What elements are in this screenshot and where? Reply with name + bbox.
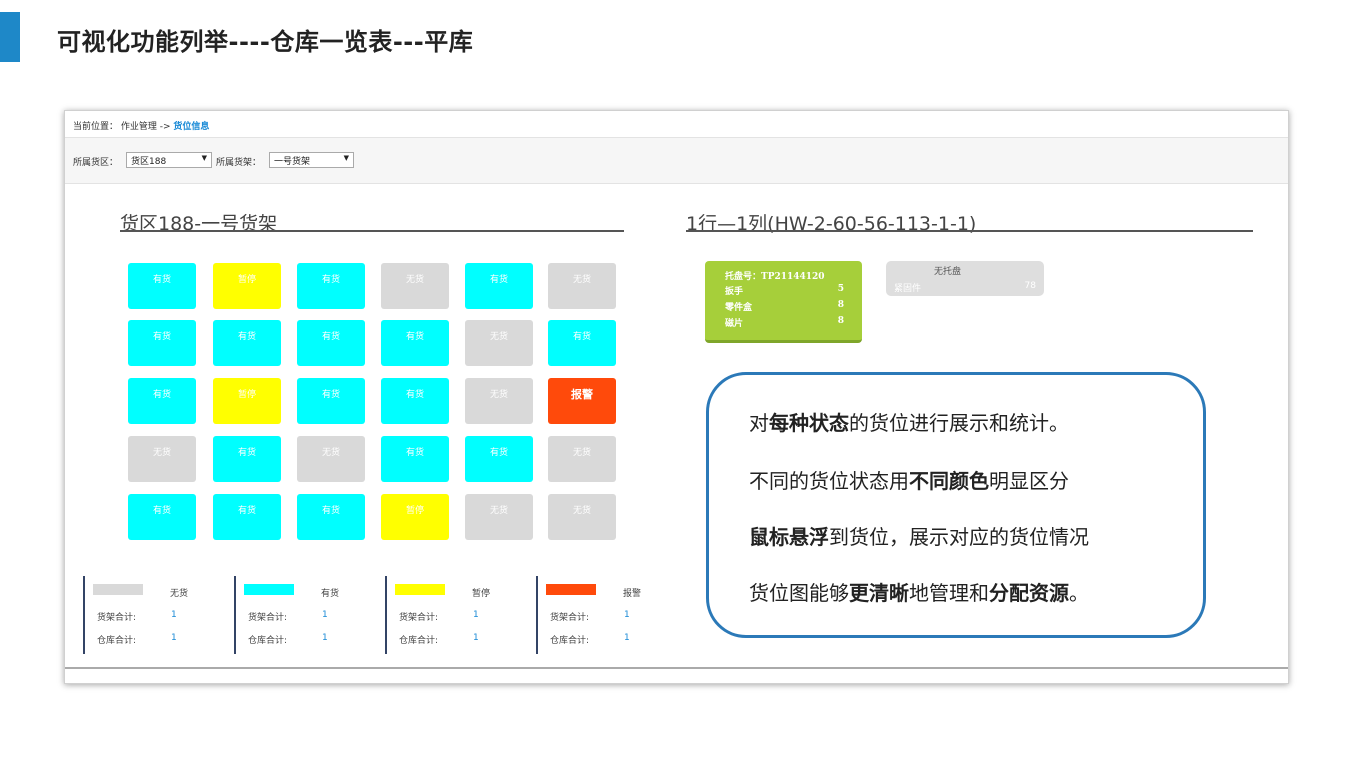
legend-swatch (244, 584, 294, 595)
title-accent-bar (0, 12, 20, 62)
slot-cell[interactable]: 有货 (128, 378, 196, 424)
slot-cell[interactable]: 有货 (128, 320, 196, 366)
pallet-item-row: 磁片 8 (725, 316, 844, 329)
info-line-2: 不同的货位状态用不同颜色明显区分 (749, 469, 1069, 493)
no-pallet-card[interactable]: 无托盘 紧固件 78 (886, 261, 1044, 296)
slot-cell[interactable]: 有货 (381, 320, 449, 366)
no-pallet-item-qty: 78 (1024, 281, 1036, 291)
warehouse-total-value: 1 (624, 633, 630, 643)
legend-status-name: 报警 (623, 589, 642, 599)
shelf-total-value: 1 (624, 610, 630, 620)
shelf-title-underline (120, 230, 624, 232)
zone-select-value: 货区188 (131, 157, 167, 167)
shelf-total-label: 货架合计: (399, 613, 439, 623)
shelf-total-label: 货架合计: (97, 613, 137, 623)
warehouse-total-label: 仓库合计: (550, 636, 590, 646)
warehouse-total-label: 仓库合计: (97, 636, 137, 646)
slot-cell[interactable]: 无货 (465, 320, 533, 366)
slot-cell[interactable]: 有货 (548, 320, 616, 366)
legend-column: 暂停货架合计: 1 仓库合计: 1 (385, 576, 527, 654)
slot-cell[interactable]: 无货 (548, 436, 616, 482)
shelf-total-value: 1 (473, 610, 479, 620)
legend-column: 报警货架合计: 1 仓库合计: 1 (536, 576, 678, 654)
slot-cell[interactable]: 无货 (297, 436, 365, 482)
slot-cell[interactable]: 无货 (465, 494, 533, 540)
slot-cell[interactable]: 有货 (213, 436, 281, 482)
filter-bar: 所属货区： 货区188 ▼ 所属货架： 一号货架 ▼ (65, 137, 1288, 184)
slot-cell[interactable]: 有货 (213, 494, 281, 540)
warehouse-total-value: 1 (473, 633, 479, 643)
slot-cell[interactable]: 有货 (465, 263, 533, 309)
slot-cell[interactable]: 暂停 (213, 378, 281, 424)
slot-cell[interactable]: 有货 (213, 320, 281, 366)
slot-cell[interactable]: 有货 (465, 436, 533, 482)
legend-swatch (546, 584, 596, 595)
slot-cell[interactable]: 有货 (381, 436, 449, 482)
slot-detail-title-underline (686, 230, 1253, 232)
legend-status-name: 有货 (321, 589, 340, 599)
shelf-filter-label: 所属货架： (216, 158, 262, 168)
zone-select[interactable]: 货区188 ▼ (126, 152, 212, 168)
pallet-item-qty: 8 (837, 316, 844, 326)
warehouse-total-value: 1 (322, 633, 328, 643)
slot-cell[interactable]: 无货 (381, 263, 449, 309)
pallet-item-qty: 8 (837, 300, 844, 310)
pallet-id: 托盘号：TP21144120 (725, 272, 825, 282)
breadcrumb: 当前位置： 作业管理 -> 货位信息 (73, 119, 209, 132)
breadcrumb-current[interactable]: 货位信息 (173, 122, 209, 132)
slot-cell[interactable]: 有货 (128, 263, 196, 309)
info-callout: 对每种状态的货位进行展示和统计。 不同的货位状态用不同颜色明显区分 鼠标悬浮到货… (706, 372, 1206, 638)
info-line-1: 对每种状态的货位进行展示和统计。 (749, 411, 1069, 435)
pallet-item-name: 磁片 (725, 319, 744, 329)
shelf-total-value: 1 (171, 610, 177, 620)
no-pallet-title: 无托盘 (934, 267, 962, 277)
shelf-total-label: 货架合计: (248, 613, 288, 623)
slot-cell[interactable]: 有货 (297, 320, 365, 366)
slot-cell[interactable]: 暂停 (381, 494, 449, 540)
bottom-divider (65, 667, 1288, 669)
slot-cell[interactable]: 暂停 (213, 263, 281, 309)
pallet-item-row: 扳手 5 (725, 284, 844, 297)
pallet-card[interactable]: 托盘号：TP21144120 扳手 5 零件盒 8 磁片 8 (705, 261, 862, 343)
legend-status-name: 暂停 (472, 589, 491, 599)
shelf-select-value: 一号货架 (274, 157, 311, 167)
slot-cell[interactable]: 无货 (548, 263, 616, 309)
legend-swatch (395, 584, 445, 595)
breadcrumb-parent[interactable]: 作业管理 -> (121, 122, 171, 132)
legend-column: 无货货架合计: 1 仓库合计: 1 (83, 576, 225, 654)
info-line-3: 鼠标悬浮到货位，展示对应的货位情况 (749, 525, 1089, 549)
slot-cell[interactable]: 无货 (128, 436, 196, 482)
legend-swatch (93, 584, 143, 595)
slide-title: 可视化功能列举----仓库一览表---平库 (57, 28, 474, 56)
warehouse-total-label: 仓库合计: (399, 636, 439, 646)
slot-cell[interactable]: 有货 (297, 263, 365, 309)
pallet-item-name: 扳手 (725, 287, 744, 297)
zone-filter-label: 所属货区： (73, 158, 119, 168)
slot-cell[interactable]: 有货 (128, 494, 196, 540)
slot-cell[interactable]: 无货 (465, 378, 533, 424)
shelf-select[interactable]: 一号货架 ▼ (269, 152, 354, 168)
legend-column: 有货货架合计: 1 仓库合计: 1 (234, 576, 376, 654)
chevron-down-icon: ▼ (343, 154, 349, 162)
shelf-total-value: 1 (322, 610, 328, 620)
shelf-total-label: 货架合计: (550, 613, 590, 623)
slot-cell[interactable]: 无货 (548, 494, 616, 540)
pallet-item-row: 零件盒 8 (725, 300, 844, 313)
breadcrumb-prefix: 当前位置： (73, 122, 119, 132)
slot-cell[interactable]: 有货 (297, 494, 365, 540)
no-pallet-item-name: 紧固件 (894, 284, 922, 294)
chevron-down-icon: ▼ (201, 154, 207, 162)
legend-status-name: 无货 (170, 589, 189, 599)
slot-cell[interactable]: 有货 (297, 378, 365, 424)
pallet-item-qty: 5 (837, 284, 844, 294)
warehouse-total-label: 仓库合计: (248, 636, 288, 646)
slot-cell[interactable]: 报警 (548, 378, 616, 424)
slot-cell[interactable]: 有货 (381, 378, 449, 424)
warehouse-total-value: 1 (171, 633, 177, 643)
pallet-item-name: 零件盒 (725, 303, 753, 313)
info-line-4: 货位图能够更清晰地管理和分配资源。 (749, 581, 1089, 605)
